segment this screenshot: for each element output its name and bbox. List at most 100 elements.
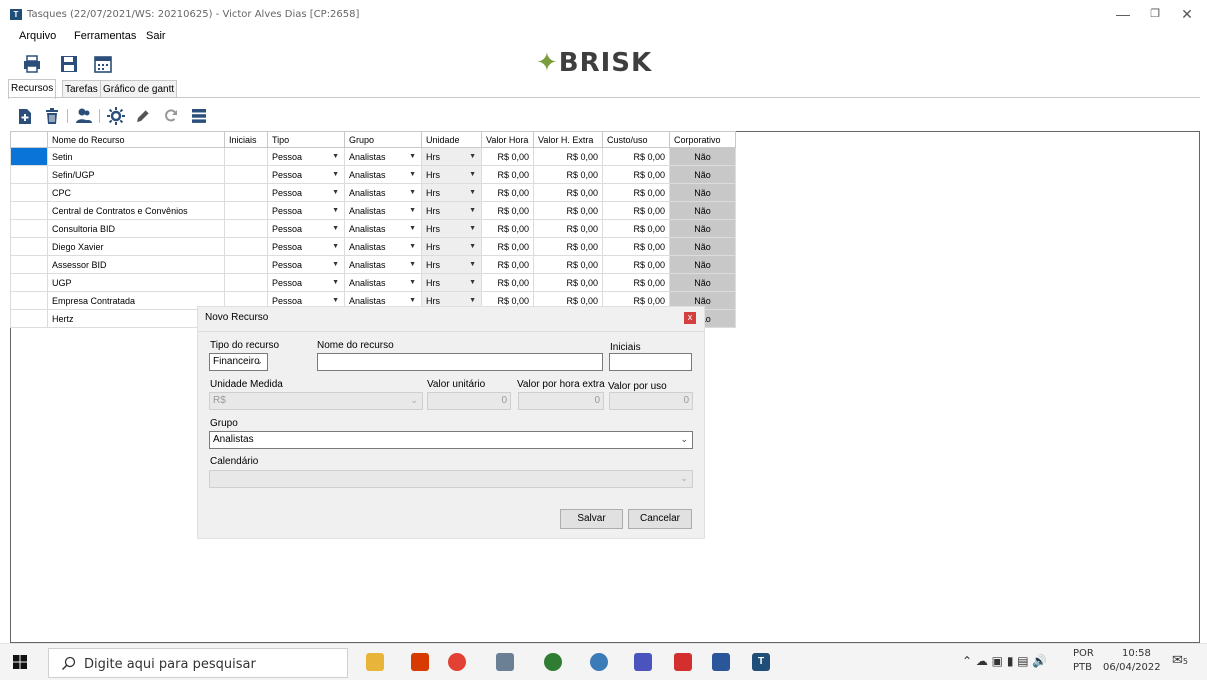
row-selector[interactable] [10, 309, 48, 328]
cell-valor-extra[interactable]: R$ 0,00 [533, 165, 603, 184]
chrome-profile-icon[interactable] [544, 653, 562, 671]
language-top[interactable]: POR [1073, 648, 1094, 659]
cell-tipo[interactable]: Pessoa ▼ [267, 201, 345, 220]
row-selector[interactable] [10, 183, 48, 202]
settings-icon[interactable] [107, 107, 125, 125]
word-icon[interactable] [712, 653, 730, 671]
cell-grupo[interactable]: Analistas ▼ [344, 273, 422, 292]
menu-ferramentas[interactable]: Ferramentas [74, 30, 136, 42]
row-selector[interactable] [10, 237, 48, 256]
cell-valor-extra[interactable]: R$ 0,00 [533, 201, 603, 220]
tipo-recurso-select[interactable]: Financeiro ⌄ [209, 353, 268, 371]
cell-corporativo[interactable]: Não [669, 165, 736, 184]
save-icon[interactable] [59, 54, 79, 74]
cancel-button[interactable]: Cancelar [628, 509, 692, 529]
dropdown-arrow-icon[interactable]: ▼ [469, 153, 476, 160]
cell-valor-extra[interactable]: R$ 0,00 [533, 237, 603, 256]
cell-nome[interactable]: Setin [47, 147, 225, 166]
dialog-close-button[interactable]: x [684, 312, 696, 324]
cell-custo[interactable]: R$ 0,00 [602, 219, 670, 238]
cell-iniciais[interactable] [224, 255, 268, 274]
dropdown-arrow-icon[interactable]: ▼ [332, 243, 339, 250]
cell-valor-hora[interactable]: R$ 0,00 [481, 147, 534, 166]
cell-iniciais[interactable] [224, 183, 268, 202]
dropdown-arrow-icon[interactable]: ▼ [469, 297, 476, 304]
iniciais-input[interactable] [609, 353, 692, 371]
acrobat-icon[interactable] [674, 653, 692, 671]
windows-start-icon[interactable] [13, 655, 27, 669]
file-explorer-icon[interactable] [366, 653, 384, 671]
table-row[interactable]: Diego Xavier Pessoa ▼ Analistas ▼ Hrs ▼ R$ 0,00… [10, 237, 736, 256]
row-selector[interactable] [10, 291, 48, 310]
cell-unidade[interactable]: Hrs ▼ [421, 183, 482, 202]
cell-custo[interactable]: R$ 0,00 [602, 201, 670, 220]
dropdown-arrow-icon[interactable]: ▼ [332, 189, 339, 196]
browser-icon[interactable] [590, 653, 608, 671]
language-bottom[interactable]: PTB [1073, 662, 1092, 673]
cell-valor-extra[interactable]: R$ 0,00 [533, 183, 603, 202]
menu-sair[interactable]: Sair [146, 30, 166, 42]
col-valor-extra[interactable]: Valor H. Extra [533, 131, 603, 148]
table-row[interactable]: Assessor BID Pessoa ▼ Analistas ▼ Hrs ▼ R$ 0,00… [10, 255, 736, 274]
calendar-icon[interactable] [93, 54, 113, 74]
cell-corporativo[interactable]: Não [669, 237, 736, 256]
cell-nome[interactable]: CPC [47, 183, 225, 202]
cell-iniciais[interactable] [224, 237, 268, 256]
dropdown-arrow-icon[interactable]: ▼ [409, 243, 416, 250]
cell-unidade[interactable]: Hrs ▼ [421, 147, 482, 166]
table-row[interactable]: Consultoria BID Pessoa ▼ Analistas ▼ Hrs ▼ R$ 0… [10, 219, 736, 238]
cell-unidade[interactable]: Hrs ▼ [421, 201, 482, 220]
new-resource-icon[interactable] [16, 107, 34, 125]
cell-unidade[interactable]: Hrs ▼ [421, 255, 482, 274]
row-selector[interactable] [10, 273, 48, 292]
cell-tipo[interactable]: Pessoa ▼ [267, 165, 345, 184]
close-window-button[interactable]: ✕ [1172, 5, 1202, 23]
office-icon[interactable] [411, 653, 429, 671]
dropdown-arrow-icon[interactable]: ▼ [469, 225, 476, 232]
row-selector[interactable] [10, 165, 48, 184]
cell-valor-hora[interactable]: R$ 0,00 [481, 183, 534, 202]
cell-corporativo[interactable]: Não [669, 255, 736, 274]
dropdown-arrow-icon[interactable]: ▼ [332, 279, 339, 286]
tab-tarefas[interactable]: Tarefas [62, 80, 101, 98]
cell-tipo[interactable]: Pessoa ▼ [267, 273, 345, 292]
cell-valor-hora[interactable]: R$ 0,00 [481, 237, 534, 256]
delete-icon[interactable] [43, 107, 61, 125]
cell-unidade[interactable]: Hrs ▼ [421, 273, 482, 292]
dropdown-arrow-icon[interactable]: ▼ [332, 171, 339, 178]
taskbar-search[interactable]: Digite aqui para pesquisar [48, 648, 348, 678]
dropdown-arrow-icon[interactable]: ▼ [332, 207, 339, 214]
row-selector[interactable] [10, 255, 48, 274]
table-row[interactable]: CPC Pessoa ▼ Analistas ▼ Hrs ▼ R$ 0,00 R$ 0,00 R$… [10, 183, 736, 202]
dropdown-arrow-icon[interactable]: ▼ [469, 279, 476, 286]
cell-grupo[interactable]: Analistas ▼ [344, 201, 422, 220]
cell-nome[interactable]: Sefin/UGP [47, 165, 225, 184]
nome-recurso-input[interactable] [317, 353, 603, 371]
cell-nome[interactable]: Central de Contratos e Convênios [47, 201, 225, 220]
dropdown-arrow-icon[interactable]: ▼ [409, 297, 416, 304]
minimize-button[interactable]: — [1108, 5, 1138, 23]
cell-unidade[interactable]: Hrs ▼ [421, 237, 482, 256]
app-icon-generic[interactable] [496, 653, 514, 671]
dropdown-arrow-icon[interactable]: ▼ [409, 189, 416, 196]
col-corporativo[interactable]: Corporativo [669, 131, 736, 148]
notification-icon[interactable]: ✉5 [1172, 653, 1188, 668]
cell-grupo[interactable]: Analistas ▼ [344, 165, 422, 184]
cell-valor-hora[interactable]: R$ 0,00 [481, 201, 534, 220]
tab-grafico-gantt[interactable]: Gráfico de gantt [100, 80, 178, 98]
edit-pencil-icon[interactable] [134, 107, 152, 125]
dropdown-arrow-icon[interactable]: ▼ [469, 189, 476, 196]
col-valor-hora[interactable]: Valor Hora [481, 131, 534, 148]
cell-nome[interactable]: Diego Xavier [47, 237, 225, 256]
cell-custo[interactable]: R$ 0,00 [602, 165, 670, 184]
cell-iniciais[interactable] [224, 147, 268, 166]
cell-unidade[interactable]: Hrs ▼ [421, 165, 482, 184]
col-iniciais[interactable]: Iniciais [224, 131, 268, 148]
col-tipo[interactable]: Tipo [267, 131, 345, 148]
dropdown-arrow-icon[interactable]: ▼ [409, 225, 416, 232]
cell-iniciais[interactable] [224, 165, 268, 184]
cell-valor-extra[interactable]: R$ 0,00 [533, 255, 603, 274]
save-button[interactable]: Salvar [560, 509, 623, 529]
maximize-button[interactable]: ❐ [1140, 5, 1170, 23]
dropdown-arrow-icon[interactable]: ▼ [469, 207, 476, 214]
